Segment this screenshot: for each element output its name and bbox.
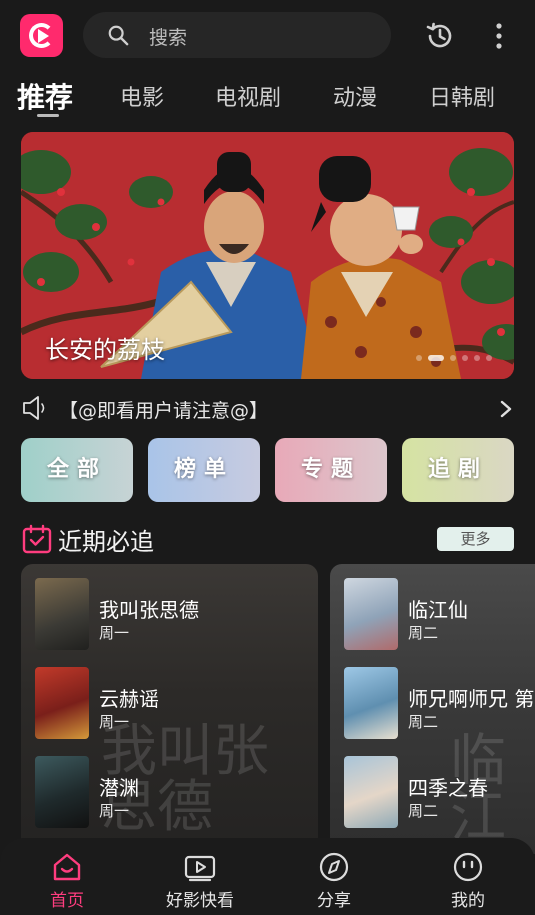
chevron-right-icon[interactable] bbox=[500, 400, 512, 418]
poster-image bbox=[344, 756, 398, 828]
nav-quick-watch[interactable]: 好影快看 bbox=[155, 852, 245, 911]
list-item[interactable]: 临江仙 周二 bbox=[344, 578, 535, 650]
top-bar: 搜索 bbox=[20, 12, 515, 60]
all-button[interactable]: 全部 bbox=[21, 438, 133, 502]
poster-image bbox=[35, 667, 89, 739]
banner-title: 长安的荔枝 bbox=[45, 336, 165, 364]
show-title: 云赫谣 bbox=[99, 687, 159, 711]
app-logo-icon[interactable] bbox=[20, 14, 63, 57]
category-tabs: 推荐 电影 电视剧 动漫 日韩剧 bbox=[17, 74, 535, 118]
nav-share[interactable]: 分享 bbox=[289, 852, 379, 911]
pagination-dot[interactable] bbox=[486, 355, 492, 361]
smiley-icon bbox=[453, 852, 483, 882]
pagination-dot[interactable] bbox=[474, 355, 480, 361]
show-day: 周一 bbox=[99, 624, 130, 642]
poster-image bbox=[35, 756, 89, 828]
more-button[interactable]: 更多 bbox=[437, 527, 514, 551]
tab-recommend[interactable]: 推荐 bbox=[17, 76, 73, 116]
more-menu-icon[interactable] bbox=[492, 22, 506, 50]
compass-icon bbox=[319, 852, 349, 882]
pagination-dot[interactable] bbox=[428, 355, 444, 361]
search-bar[interactable]: 搜索 bbox=[83, 12, 391, 58]
list-item[interactable]: 四季之春 周二 bbox=[344, 756, 535, 828]
announcement-bar[interactable]: 【@即看用户请注意@】 bbox=[21, 392, 514, 424]
pagination-dot[interactable] bbox=[450, 355, 456, 361]
banner-pagination bbox=[416, 355, 492, 361]
follow-series-button[interactable]: 追剧 bbox=[402, 438, 514, 502]
poster-image bbox=[344, 667, 398, 739]
show-title: 师兄啊师兄 第 bbox=[408, 687, 535, 711]
home-icon bbox=[53, 853, 81, 881]
nav-label: 首页 bbox=[50, 891, 84, 911]
nav-label: 我的 bbox=[451, 891, 485, 911]
announcement-text: 【@即看用户请注意@】 bbox=[59, 400, 269, 422]
nav-home[interactable]: 首页 bbox=[22, 852, 112, 911]
show-day: 周一 bbox=[99, 802, 130, 820]
search-placeholder: 搜索 bbox=[149, 27, 188, 49]
list-item[interactable]: 云赫谣 周一 bbox=[35, 667, 318, 739]
ranking-button[interactable]: 榜单 bbox=[148, 438, 260, 502]
list-item[interactable]: 师兄啊师兄 第 周二 bbox=[344, 667, 535, 739]
history-icon[interactable] bbox=[424, 20, 456, 52]
hero-banner[interactable]: 长安的荔枝 bbox=[21, 132, 514, 379]
tab-tv-series[interactable]: 电视剧 bbox=[215, 80, 281, 112]
schedule-card-tuesday[interactable]: 临江仙 临江仙 周二 师兄啊师兄 第 周二 四季之春 周二 bbox=[330, 564, 535, 854]
pagination-dot[interactable] bbox=[416, 355, 422, 361]
section-title: 近期必追 bbox=[58, 528, 154, 556]
calendar-check-icon bbox=[22, 524, 52, 554]
schedule-card-monday[interactable]: 我叫张思德 我叫张思德 周一 云赫谣 周一 潜渊 周一 bbox=[21, 564, 318, 854]
show-title: 我叫张思德 bbox=[99, 598, 199, 622]
show-title: 临江仙 bbox=[408, 598, 468, 622]
tab-anime[interactable]: 动漫 bbox=[333, 80, 377, 112]
video-play-icon bbox=[184, 855, 216, 882]
bottom-nav: 首页 好影快看 分享 我的 bbox=[0, 838, 535, 915]
topics-button[interactable]: 专题 bbox=[275, 438, 387, 502]
show-title: 四季之春 bbox=[408, 776, 488, 800]
show-day: 周二 bbox=[408, 802, 439, 820]
speaker-icon bbox=[23, 396, 45, 420]
show-day: 周二 bbox=[408, 713, 439, 731]
show-title: 潜渊 bbox=[99, 776, 139, 800]
list-item[interactable]: 潜渊 周一 bbox=[35, 756, 318, 828]
show-day: 周二 bbox=[408, 624, 439, 642]
search-icon bbox=[108, 25, 129, 46]
pagination-dot[interactable] bbox=[462, 355, 468, 361]
nav-profile[interactable]: 我的 bbox=[423, 852, 513, 911]
nav-label: 好影快看 bbox=[166, 891, 234, 911]
poster-image bbox=[35, 578, 89, 650]
tab-jp-kr-drama[interactable]: 日韩剧 bbox=[429, 80, 495, 112]
list-item[interactable]: 我叫张思德 周一 bbox=[35, 578, 318, 650]
tab-movie[interactable]: 电影 bbox=[120, 80, 164, 112]
active-tab-indicator bbox=[37, 114, 59, 117]
poster-image bbox=[344, 578, 398, 650]
show-day: 周一 bbox=[99, 713, 130, 731]
nav-label: 分享 bbox=[317, 891, 351, 911]
